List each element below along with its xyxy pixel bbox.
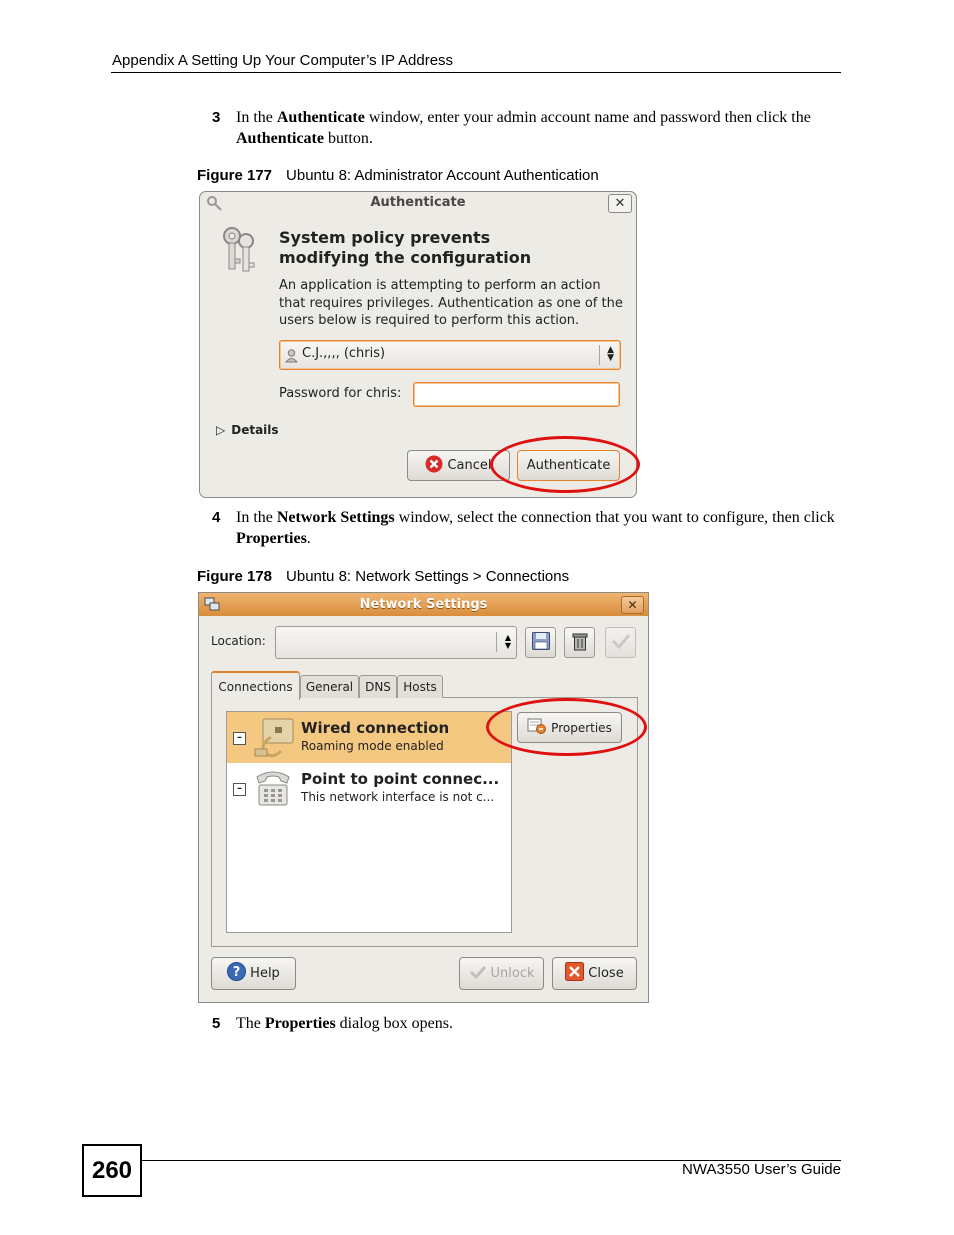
updown-arrow-icon: ▲ ▼ [607, 345, 614, 363]
close-button[interactable]: Close [552, 957, 637, 990]
user-select-value: C.J.,,,, (chris) [302, 346, 386, 361]
password-field[interactable] [413, 382, 620, 407]
password-label: Password for chris: [279, 386, 402, 401]
step-4-text: In the Network Settings window, select t… [236, 509, 835, 547]
unlock-label: Unlock [490, 966, 535, 981]
window-title: Network Settings [199, 593, 648, 616]
dialog-message: An application is attempting to perform … [279, 278, 623, 328]
help-icon: ? [227, 962, 247, 985]
cancel-icon [425, 455, 443, 477]
user-icon [284, 348, 299, 367]
svg-text:?: ? [233, 965, 241, 980]
figure-178-caption: Figure 178 Ubuntu 8: Network Settings > C… [197, 568, 570, 585]
tab-dns[interactable]: DNS [359, 675, 397, 698]
keys-icon [220, 225, 260, 279]
unlock-checkmark-icon [469, 964, 487, 984]
page-number: 260 [82, 1144, 142, 1197]
figure-177-caption: Figure 177 Ubuntu 8: Administrator Accoun… [197, 167, 599, 184]
connection-row-wired[interactable]: – Wired connection Roaming mode enabled [227, 712, 511, 763]
details-label: Details [231, 423, 279, 437]
highlight-oval-properties [486, 698, 647, 756]
connections-list: – Wired connection Roaming mode enabled … [226, 711, 512, 933]
telephone-icon [251, 767, 295, 815]
location-label: Location: [211, 634, 266, 648]
delete-location-button[interactable] [564, 627, 595, 658]
step-number-5: 5 [212, 1015, 221, 1032]
step-3-text: In the Authenticate window, enter your a… [236, 109, 811, 147]
connection-title: Wired connection [301, 719, 450, 737]
dialog-title: Authenticate [370, 195, 466, 210]
cancel-label: Cancel [447, 458, 492, 473]
header-rule [111, 72, 841, 73]
combo-separator [599, 345, 600, 365]
floppy-disk-icon [531, 631, 551, 655]
help-label: Help [250, 966, 280, 981]
window-close-button[interactable]: ✕ [621, 596, 644, 614]
details-expander[interactable]: ▷ Details [216, 423, 279, 437]
trash-icon [571, 631, 589, 655]
dialog-close-button[interactable]: ✕ [608, 194, 632, 213]
connection-subtitle: This network interface is not c... [301, 790, 495, 804]
updown-arrow-icon: ▲ ▼ [504, 633, 511, 650]
user-select[interactable]: C.J.,,,, (chris) ▲ ▼ [279, 340, 621, 370]
collapse-toggle[interactable]: – [233, 783, 246, 796]
footer-guide-title: NWA3550 User’s Guide [682, 1161, 841, 1178]
network-settings-window: Network Settings ✕ Location: ▲ ▼ Connecti… [198, 592, 649, 1003]
network-app-icon [204, 597, 220, 616]
step-5-text: The Properties dialog box opens. [236, 1015, 453, 1032]
collapse-toggle[interactable]: – [233, 732, 246, 745]
running-header: Appendix A Setting Up Your Computer’s IP… [112, 52, 454, 69]
combo-separator [496, 632, 497, 652]
checkmark-icon [611, 632, 631, 654]
apply-location-button[interactable] [605, 627, 636, 658]
close-icon [565, 962, 585, 985]
dialog-heading: System policy prevents modifying the con… [279, 228, 532, 267]
connection-title: Point to point connec... [301, 770, 500, 788]
location-select[interactable]: ▲ ▼ [275, 626, 517, 659]
save-location-button[interactable] [525, 627, 556, 658]
step-number-3: 3 [212, 109, 221, 126]
connection-subtitle: Roaming mode enabled [301, 739, 444, 753]
close-label: Close [588, 966, 624, 981]
connection-row-ppp[interactable]: – Point to point connec... This network … [227, 763, 511, 814]
highlight-oval-authenticate [490, 436, 640, 493]
help-button[interactable]: ? Help [211, 957, 296, 990]
triangle-right-icon: ▷ [216, 423, 226, 437]
unlock-button[interactable]: Unlock [459, 957, 544, 990]
tab-hosts[interactable]: Hosts [397, 675, 443, 698]
step-number-4: 4 [212, 509, 221, 526]
tab-connections[interactable]: Connections [211, 671, 300, 700]
tab-general[interactable]: General [300, 675, 359, 698]
wired-connection-icon [251, 715, 295, 763]
